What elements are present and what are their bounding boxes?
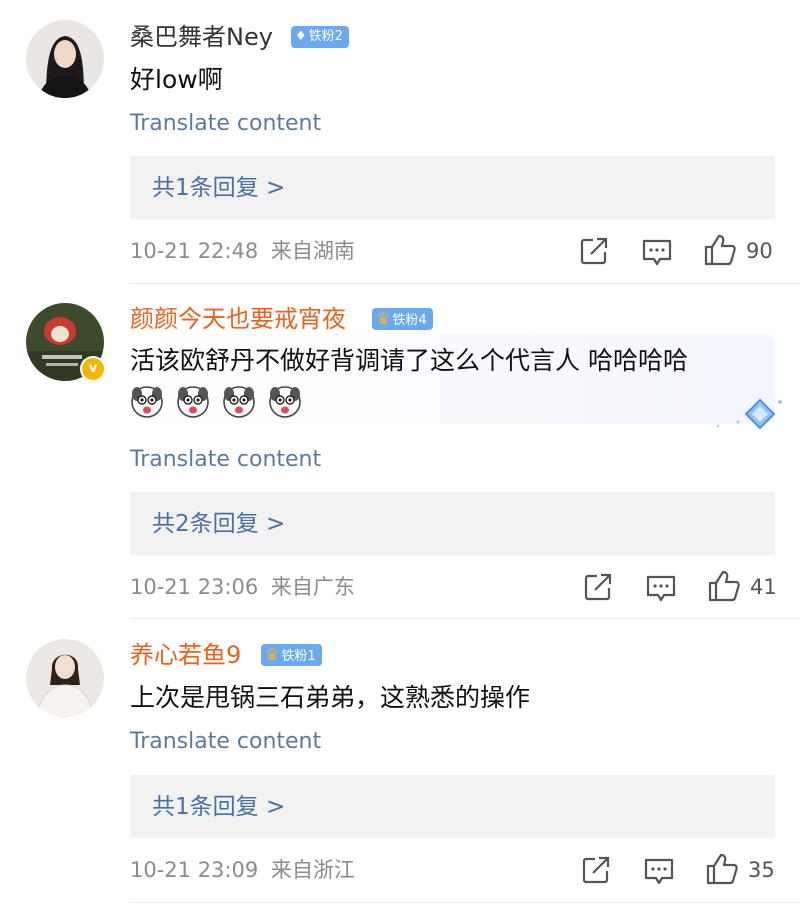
- location: 来自广东: [270, 575, 355, 599]
- avatar[interactable]: [26, 639, 104, 717]
- translate-link[interactable]: Translate content: [130, 110, 321, 138]
- username[interactable]: 颜颜今天也要戒宵夜: [130, 304, 346, 334]
- comment-icon[interactable]: [643, 855, 675, 887]
- comment-text: 好low啊: [130, 65, 223, 94]
- share-icon[interactable]: [583, 572, 613, 604]
- comment-icon[interactable]: [645, 572, 677, 604]
- crown-icon: ♛: [265, 645, 280, 664]
- emoji-row: [130, 385, 309, 421]
- replies-box[interactable]: 共1条回复 >: [130, 775, 775, 838]
- fan-badge: ♦ 铁粉2: [291, 26, 349, 48]
- dog-emoji-icon: [177, 386, 209, 418]
- like-icon[interactable]: [707, 569, 741, 602]
- replies-link[interactable]: 共2条回复 >: [152, 509, 285, 539]
- timestamp: 10-21 22:48: [130, 239, 259, 263]
- comment-meta: 10-21 23:09 来自浙江: [130, 856, 355, 884]
- comment-meta: 10-21 23:06 来自广东: [130, 573, 355, 601]
- avatar[interactable]: [26, 20, 104, 98]
- fan-badge-label: 铁粉4: [392, 313, 427, 328]
- comment-item: 桑巴舞者Ney ♦ 铁粉2 好low啊 Translate content 共1条…: [0, 0, 800, 284]
- like-icon[interactable]: [703, 233, 737, 266]
- timestamp: 10-21 23:06: [130, 575, 259, 599]
- comment-icon[interactable]: [641, 236, 673, 268]
- share-icon[interactable]: [579, 236, 609, 268]
- username[interactable]: 养心若鱼9: [130, 640, 241, 670]
- fan-badge-label: 铁粉2: [308, 29, 343, 44]
- dog-emoji-icon: [223, 386, 255, 418]
- avatar-image: [26, 20, 104, 98]
- share-icon[interactable]: [581, 855, 611, 887]
- fan-badge: ♛ 铁粉4: [372, 308, 433, 330]
- avatar-image: [26, 639, 104, 717]
- divider: [130, 902, 800, 903]
- diamond-decoration-icon: [716, 398, 782, 430]
- verified-badge-icon: v: [80, 356, 106, 382]
- comment-meta: 10-21 22:48 来自湖南: [130, 237, 355, 265]
- translate-link[interactable]: Translate content: [130, 728, 321, 756]
- diamond-icon: ♦: [295, 29, 307, 44]
- location: 来自湖南: [270, 239, 355, 263]
- dog-emoji-icon: [131, 386, 163, 418]
- comment-text: 活该欧舒丹不做好背调请了这么个代言人 哈哈哈哈: [130, 346, 688, 375]
- fan-badge: ♛ 铁粉1: [261, 644, 322, 666]
- like-count: 35: [748, 858, 775, 882]
- dog-emoji-icon: [269, 386, 302, 418]
- fan-badge-label: 铁粉1: [281, 649, 316, 664]
- comment-item: v 颜颜今天也要戒宵夜 ♛ 铁粉4 活该欧舒丹不做好背调请了这么个代言人 哈哈哈哈…: [0, 284, 800, 619]
- replies-box[interactable]: 共2条回复 >: [130, 492, 775, 555]
- comment-item: 养心若鱼9 ♛ 铁粉1 上次是甩锅三石弟弟，这熟悉的操作 Translate co…: [0, 619, 800, 919]
- replies-box[interactable]: 共1条回复 >: [130, 156, 775, 219]
- location: 来自浙江: [270, 858, 355, 882]
- like-count: 41: [750, 575, 777, 599]
- crown-icon: ♛: [376, 309, 391, 328]
- like-count: 90: [746, 239, 773, 263]
- replies-link[interactable]: 共1条回复 >: [152, 792, 285, 822]
- translate-link[interactable]: Translate content: [130, 446, 321, 474]
- like-icon[interactable]: [705, 852, 739, 885]
- comment-text: 上次是甩锅三石弟弟，这熟悉的操作: [130, 683, 531, 712]
- replies-link[interactable]: 共1条回复 >: [152, 173, 285, 203]
- username[interactable]: 桑巴舞者Ney: [130, 22, 273, 52]
- timestamp: 10-21 23:09: [130, 858, 259, 882]
